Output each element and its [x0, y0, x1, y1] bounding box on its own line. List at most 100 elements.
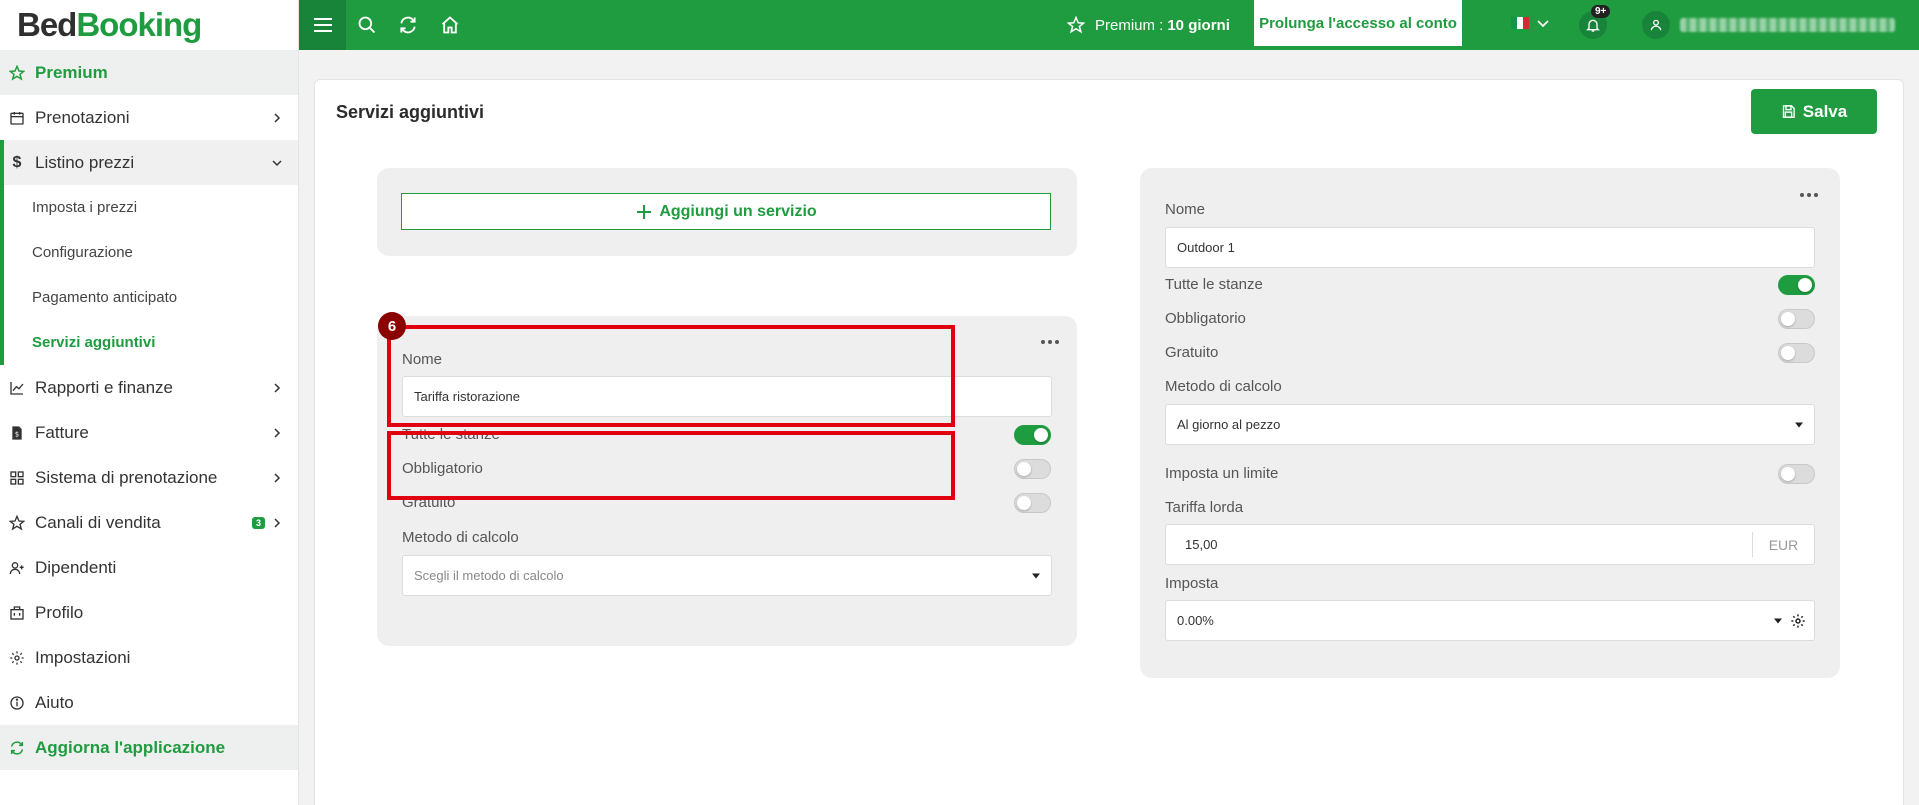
dollar-icon: $ — [12, 153, 22, 171]
star-icon — [1067, 16, 1085, 34]
chevron-right-icon — [274, 472, 281, 483]
sidebar-item-fatture[interactable]: $ Fatture — [0, 410, 298, 455]
chevron-right-icon — [274, 427, 281, 438]
italy-flag-icon[interactable] — [1511, 17, 1529, 29]
sidebar-item-sistema-prenotazione[interactable]: Sistema di prenotazione — [0, 455, 298, 500]
notifications-badge: 9+ — [1591, 5, 1611, 18]
name-label: Nome — [402, 351, 443, 368]
search-icon — [358, 16, 376, 34]
free-label: Gratuito — [402, 494, 456, 511]
chart-icon — [9, 380, 25, 396]
sidebar-item-profilo[interactable]: Profilo — [0, 590, 298, 635]
calendar-icon — [9, 110, 25, 126]
all-rooms-toggle[interactable] — [1014, 425, 1051, 445]
sidebar-item-canali-vendita[interactable]: Canali di vendita 3 — [0, 500, 298, 545]
calc-method-select[interactable]: Al giorno al pezzo — [1165, 404, 1815, 445]
gear-icon[interactable] — [1790, 613, 1806, 629]
chevron-right-icon — [274, 517, 281, 528]
all-rooms-label: Tutte le stanze — [402, 426, 500, 443]
sidebar-item-premium[interactable]: Premium — [0, 50, 298, 95]
hamburger-icon — [313, 18, 332, 32]
search-button[interactable] — [355, 13, 379, 37]
caret-down-icon — [1032, 573, 1040, 578]
page-title: Servizi aggiuntivi — [336, 102, 485, 122]
mandatory-label: Obbligatorio — [402, 460, 483, 477]
user-name-blurred[interactable] — [1680, 18, 1895, 32]
add-service-button[interactable]: Aggiungi un servizio — [401, 193, 1051, 230]
mandatory-toggle[interactable] — [1014, 459, 1051, 479]
chevron-down-icon[interactable] — [1537, 19, 1549, 29]
save-button[interactable]: Salva — [1751, 89, 1877, 134]
limit-toggle[interactable] — [1778, 464, 1815, 484]
grid-icon — [9, 470, 25, 486]
star-icon — [9, 64, 25, 81]
more-options-icon[interactable] — [1041, 340, 1059, 344]
sidebar-item-listino-prezzi[interactable]: $ Listino prezzi — [0, 140, 298, 185]
svg-text:$: $ — [15, 430, 19, 438]
name-input[interactable]: Tariffa ristorazione — [402, 376, 1052, 417]
user-plus-icon — [9, 560, 25, 576]
sidebar-item-rapporti[interactable]: Rapporti e finanze — [0, 365, 298, 410]
limit-label: Imposta un limite — [1165, 465, 1279, 482]
mandatory-toggle[interactable] — [1778, 309, 1815, 329]
mandatory-label: Obbligatorio — [1165, 310, 1246, 327]
sidebar-item-aiuto[interactable]: Aiuto — [0, 680, 298, 725]
info-icon — [9, 695, 25, 711]
sidebar-item-update-app[interactable]: Aggiorna l'applicazione — [0, 725, 298, 770]
currency-unit: EUR — [1752, 532, 1814, 557]
chevron-right-icon — [274, 112, 281, 123]
home-icon — [441, 16, 459, 34]
refresh-icon — [400, 16, 416, 34]
calc-method-label: Metodo di calcolo — [402, 529, 519, 546]
refresh-icon — [9, 740, 25, 756]
user-menu-button[interactable] — [1642, 11, 1670, 39]
new-service-panel: Nome Tariffa ristorazione Tutte le stanz… — [377, 316, 1077, 646]
star-icon — [9, 514, 25, 531]
building-icon — [9, 605, 25, 621]
free-toggle[interactable] — [1014, 493, 1051, 513]
topbar: Premium : 10 giorni Prolunga l'accesso a… — [299, 0, 1919, 50]
home-button[interactable] — [438, 13, 462, 37]
count-badge: 3 — [251, 516, 265, 529]
premium-status: Premium : 10 giorni — [1067, 0, 1230, 50]
free-label: Gratuito — [1165, 344, 1219, 361]
bell-icon — [1586, 19, 1600, 32]
brand-logo[interactable]: Bed Booking — [0, 0, 298, 50]
refresh-button[interactable] — [396, 13, 420, 37]
sidebar-submenu-listino-prezzi: Imposta i prezzi Configurazione Pagament… — [0, 185, 298, 365]
step-badge: 6 — [378, 312, 406, 340]
gross-rate-label: Tariffa lorda — [1165, 499, 1244, 516]
main-content: Servizi aggiuntivi Salva Aggiungi un ser… — [299, 50, 1919, 805]
extend-access-button[interactable]: Prolunga l'accesso al conto — [1254, 0, 1462, 46]
tax-label: Imposta — [1165, 575, 1219, 592]
gross-rate-input[interactable]: 15,00 EUR — [1165, 524, 1815, 565]
calc-method-label: Metodo di calcolo — [1165, 378, 1282, 395]
chevron-right-icon — [274, 382, 281, 393]
sidebar: Bed Booking Premium Prenotazioni $ Listin… — [0, 0, 299, 805]
existing-service-panel: Nome Outdoor 1 Tutte le stanze Obbligato… — [1140, 168, 1840, 678]
free-toggle[interactable] — [1778, 343, 1815, 363]
sidebar-item-prenotazioni[interactable]: Prenotazioni — [0, 95, 298, 140]
all-rooms-toggle[interactable] — [1778, 275, 1815, 295]
plus-icon — [637, 204, 652, 219]
sidebar-subitem-pagamento-anticipato[interactable]: Pagamento anticipato — [0, 275, 298, 320]
services-card: Servizi aggiuntivi Salva Aggiungi un ser… — [314, 79, 1904, 805]
save-icon — [1782, 105, 1795, 118]
name-label: Nome — [1165, 201, 1206, 218]
sidebar-nav: Premium Prenotazioni $ Listino prezzi — [0, 50, 298, 185]
gear-icon — [9, 650, 25, 666]
tax-select[interactable]: 0.00% — [1165, 600, 1815, 641]
sidebar-subitem-imposta-prezzi[interactable]: Imposta i prezzi — [0, 185, 298, 230]
sidebar-subitem-configurazione[interactable]: Configurazione — [0, 230, 298, 275]
more-options-icon[interactable] — [1800, 193, 1818, 197]
add-service-panel: Aggiungi un servizio — [377, 168, 1077, 256]
menu-toggle-button[interactable] — [299, 0, 346, 50]
all-rooms-label: Tutte le stanze — [1165, 276, 1263, 293]
name-input[interactable]: Outdoor 1 — [1165, 227, 1815, 268]
sidebar-item-dipendenti[interactable]: Dipendenti — [0, 545, 298, 590]
sidebar-subitem-servizi-aggiuntivi[interactable]: Servizi aggiuntivi — [0, 320, 298, 365]
calc-method-select[interactable]: Scegli il metodo di calcolo — [402, 555, 1052, 596]
sidebar-item-impostazioni[interactable]: Impostazioni — [0, 635, 298, 680]
caret-down-icon — [1774, 618, 1782, 623]
caret-down-icon — [1795, 422, 1803, 427]
